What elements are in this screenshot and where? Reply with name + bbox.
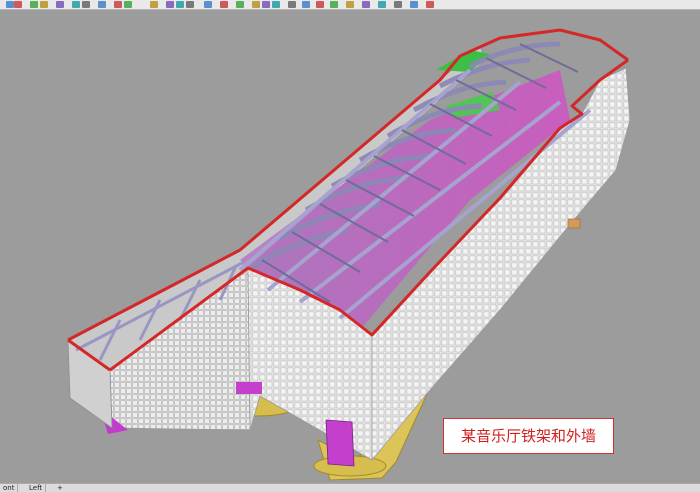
surface-icon[interactable] (150, 1, 158, 8)
building-model (67, 28, 631, 481)
group-icon[interactable] (330, 1, 338, 8)
light-icon[interactable] (220, 1, 228, 8)
layer-icon[interactable] (394, 1, 402, 8)
split-icon[interactable] (288, 1, 296, 8)
extrude-icon[interactable] (166, 1, 174, 8)
array-icon[interactable] (262, 1, 270, 8)
render-icon[interactable] (204, 1, 212, 8)
trim-icon[interactable] (272, 1, 280, 8)
join-icon[interactable] (302, 1, 310, 8)
line-icon[interactable] (30, 1, 38, 8)
select-icon[interactable] (6, 1, 14, 8)
curve-icon[interactable] (40, 1, 48, 8)
toolbar (0, 0, 700, 10)
point-icon[interactable] (14, 1, 22, 8)
arc-icon[interactable] (72, 1, 80, 8)
polygon-icon[interactable] (98, 1, 106, 8)
rectangle-icon[interactable] (82, 1, 90, 8)
text-icon[interactable] (114, 1, 122, 8)
help-icon[interactable] (426, 1, 434, 8)
analyze-icon[interactable] (346, 1, 354, 8)
magenta-pier (325, 419, 355, 467)
properties-icon[interactable] (410, 1, 418, 8)
hatch-icon[interactable] (124, 1, 132, 8)
snap-icon[interactable] (378, 1, 386, 8)
orange-fitting (567, 218, 581, 229)
grid-icon[interactable] (362, 1, 370, 8)
transform-icon[interactable] (252, 1, 260, 8)
perspective-viewport[interactable]: 某音乐厅铁架和外墙 (0, 10, 700, 483)
magenta-pier-left (236, 382, 262, 394)
dimension-icon[interactable] (236, 1, 244, 8)
solid-icon[interactable] (176, 1, 184, 8)
viewport-caption: 某音乐厅铁架和外墙 (443, 418, 614, 454)
explode-icon[interactable] (316, 1, 324, 8)
circle-icon[interactable] (56, 1, 64, 8)
mesh-icon[interactable] (186, 1, 194, 8)
